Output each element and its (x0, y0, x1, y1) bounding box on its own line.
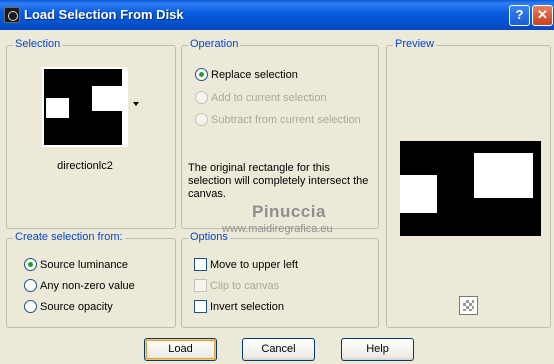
selection-thumbnail[interactable] (42, 67, 128, 147)
checkbox-move-upper-left-control[interactable] (194, 258, 207, 271)
close-button[interactable]: ✕ (532, 5, 553, 26)
radio-replace-selection-control[interactable] (195, 68, 208, 81)
radio-source-opacity-label: Source opacity (40, 301, 113, 313)
radio-any-non-zero-label: Any non-zero value (40, 280, 135, 292)
watermark-name: Pinuccia (252, 202, 326, 221)
title-bar: Load Selection From Disk ? ✕ (0, 0, 554, 30)
radio-replace-selection-label: Replace selection (211, 69, 298, 81)
selection-group-label: Selection (13, 38, 63, 50)
checkbox-clip-to-canvas-label: Clip to canvas (210, 280, 280, 292)
operation-description: The original rectangle for this selectio… (188, 162, 369, 200)
radio-add-to-selection-label: Add to current selection (211, 92, 327, 104)
create-from-group-label: Create selection from: (13, 231, 125, 243)
thumbnail-rect-right (92, 86, 124, 111)
preview-rect-right (474, 153, 533, 198)
app-icon (4, 7, 20, 23)
preview-rect-left (400, 175, 437, 213)
checkerboard-icon (463, 300, 474, 311)
selection-name: directionlc2 (57, 160, 113, 172)
radio-source-luminance-label: Source luminance (40, 259, 129, 271)
checkbox-move-upper-left-label: Move to upper left (210, 259, 299, 271)
window-title: Load Selection From Disk (24, 7, 184, 22)
radio-add-to-selection-control[interactable] (195, 91, 208, 104)
load-button[interactable]: Load (144, 338, 217, 361)
help-title-button[interactable]: ? (509, 5, 530, 26)
preview-group-label: Preview (393, 38, 437, 50)
radio-source-luminance-control[interactable] (24, 258, 37, 271)
radio-any-non-zero-control[interactable] (24, 279, 37, 292)
transparency-toggle-button[interactable] (459, 296, 478, 315)
radio-subtract-selection-control[interactable] (195, 113, 208, 126)
preview-canvas (400, 141, 541, 236)
checkbox-invert-selection-label: Invert selection (210, 301, 284, 313)
thumbnail-edge-strip (122, 69, 126, 145)
radio-source-opacity-control[interactable] (24, 300, 37, 313)
watermark-url: www.maidiregrafica.eu (222, 223, 333, 235)
radio-subtract-selection-label: Subtract from current selection (211, 114, 361, 126)
thumbnail-rect-left (46, 98, 69, 118)
operation-group-label: Operation (188, 38, 241, 50)
cancel-button[interactable]: Cancel (242, 338, 315, 361)
help-button[interactable]: Help (341, 338, 414, 361)
thumbnail-dropdown-arrow-icon[interactable] (133, 102, 139, 106)
checkbox-invert-selection-control[interactable] (194, 300, 207, 313)
checkbox-clip-to-canvas-control[interactable] (194, 279, 207, 292)
